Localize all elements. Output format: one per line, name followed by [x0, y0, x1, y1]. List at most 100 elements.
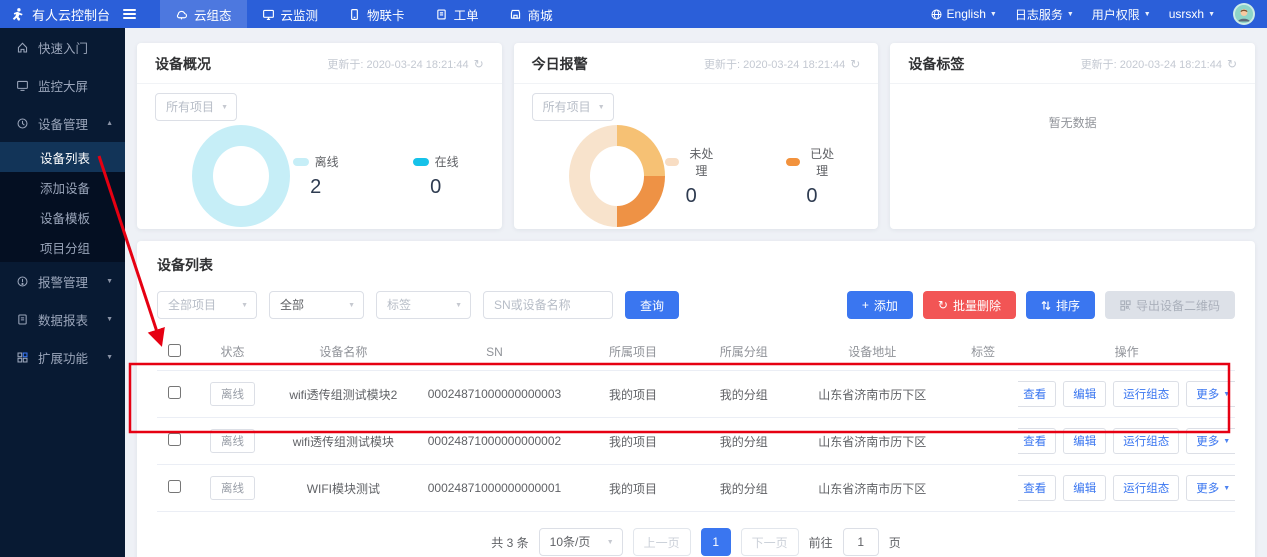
user-permission-menu[interactable]: 用户权限 ▼	[1092, 6, 1151, 23]
qr-code-icon	[1120, 300, 1131, 311]
refresh-icon[interactable]: ↻	[1227, 57, 1237, 71]
tab-iot-card[interactable]: 物联卡	[333, 0, 420, 28]
edit-button[interactable]: 编辑	[1063, 428, 1106, 454]
sidebar-item-project-group[interactable]: 项目分组	[0, 232, 125, 262]
more-button[interactable]: 更多▼	[1186, 475, 1235, 501]
sidebar-item-device-list[interactable]: 设备列表	[0, 142, 125, 172]
goto-page-input[interactable]	[843, 528, 879, 556]
legend-item-online: 在线 0	[410, 153, 462, 199]
tab-cloud-scada[interactable]: 云组态	[160, 0, 247, 28]
batch-delete-button[interactable]: ↻批量删除	[923, 291, 1016, 319]
add-device-button[interactable]: +添加	[847, 291, 913, 319]
select-value: 所有项目	[543, 100, 591, 114]
more-button[interactable]: 更多▼	[1186, 428, 1235, 454]
tab-work-order[interactable]: 工单	[420, 0, 494, 28]
device-submenu: 设备列表 添加设备 设备模板 项目分组	[0, 142, 125, 262]
legend: 离线 2 在线 0	[290, 153, 462, 199]
prev-page-button[interactable]: 上一页	[633, 528, 691, 556]
menu-toggle-icon[interactable]	[123, 9, 136, 19]
sort-icon	[1041, 300, 1051, 311]
export-qr-button[interactable]: 导出设备二维码	[1105, 291, 1235, 319]
navbar-right: English ▼ 日志服务 ▼ 用户权限 ▼ usrsxh ▼	[930, 0, 1267, 28]
status-badge: 离线	[210, 476, 255, 500]
filter-row: 全部项目 ▼ 全部 ▼ 标签 ▼ 查询 +添加 ↻批量删除 排序	[157, 291, 1235, 319]
sidebar-item-label: 报警管理	[38, 272, 88, 291]
brand[interactable]: 有人云控制台	[0, 0, 146, 28]
legend-label: 在线	[435, 153, 459, 170]
view-button[interactable]: 查看	[1018, 475, 1056, 501]
sidebar-item-monitor-screen[interactable]: 监控大屏	[0, 66, 125, 104]
sidebar-item-device-management[interactable]: 设备管理 ▲	[0, 104, 125, 142]
shop-icon	[509, 8, 522, 21]
edit-button[interactable]: 编辑	[1063, 381, 1106, 407]
goto-suffix: 页	[889, 534, 901, 551]
select-all-checkbox[interactable]	[168, 344, 181, 357]
avatar[interactable]	[1233, 3, 1255, 25]
language-switcher[interactable]: English ▼	[930, 7, 997, 21]
legend-item-pending: 未处理 0	[665, 145, 718, 208]
chevron-down-icon: ▼	[106, 278, 113, 285]
table-row: 离线 wifi透传组测试模块 00024871000000000002 我的项目…	[157, 418, 1235, 465]
status-badge: 离线	[210, 382, 255, 406]
sidebar-item-label: 快速入门	[38, 38, 88, 57]
project-select[interactable]: 全部项目 ▼	[157, 291, 257, 319]
tab-label: 物联卡	[367, 5, 405, 24]
tab-cloud-monitor[interactable]: 云监测	[247, 0, 334, 28]
sidebar-item-device-template[interactable]: 设备模板	[0, 202, 125, 232]
device-name: WIFI模块测试	[273, 465, 414, 512]
sidebar-item-add-device[interactable]: 添加设备	[0, 172, 125, 202]
row-checkbox[interactable]	[168, 480, 181, 493]
current-page[interactable]: 1	[701, 528, 731, 556]
select-value: 所有项目	[166, 100, 214, 114]
refresh-icon[interactable]: ↻	[850, 57, 860, 71]
project-filter-select[interactable]: 所有项目 ▼	[155, 93, 237, 121]
sidebar-item-alarm-management[interactable]: 报警管理 ▼	[0, 262, 125, 300]
log-service-menu[interactable]: 日志服务 ▼	[1015, 6, 1074, 23]
username-menu[interactable]: usrsxh ▼	[1169, 7, 1215, 21]
overview-cards-row: 设备概况 更新于: 2020-03-24 18:21:44 ↻ 所有项目 ▼ 离…	[137, 43, 1255, 229]
sidebar-item-extensions[interactable]: 扩展功能 ▼	[0, 338, 125, 376]
device-address: 山东省济南市历下区	[797, 418, 948, 465]
alarm-icon	[16, 275, 29, 288]
device-tags-card: 设备标签 更新于: 2020-03-24 18:21:44 ↻ 暂无数据	[890, 43, 1255, 229]
sidebar-item-data-report[interactable]: 数据报表 ▼	[0, 300, 125, 338]
project-filter-select[interactable]: 所有项目 ▼	[532, 93, 614, 121]
chevron-down-icon: ▼	[1223, 438, 1230, 445]
tag-select[interactable]: 标签 ▼	[376, 291, 471, 319]
run-scada-button[interactable]: 运行组态	[1113, 381, 1179, 407]
refresh-icon[interactable]: ↻	[474, 57, 484, 71]
button-label: 更多	[1196, 386, 1219, 402]
tab-label: 工单	[454, 5, 479, 24]
search-button[interactable]: 查询	[625, 291, 679, 319]
status-select[interactable]: 全部 ▼	[269, 291, 364, 319]
col-address: 设备地址	[797, 333, 948, 371]
legend-label: 离线	[315, 153, 339, 170]
chevron-down-icon: ▼	[455, 302, 462, 309]
view-button[interactable]: 查看	[1018, 428, 1056, 454]
col-tag: 标签	[948, 333, 1019, 371]
run-scada-button[interactable]: 运行组态	[1113, 428, 1179, 454]
view-button[interactable]: 查看	[1018, 381, 1056, 407]
legend-value: 0	[786, 185, 839, 208]
row-checkbox[interactable]	[168, 433, 181, 446]
device-status-donut-chart	[192, 125, 290, 227]
home-icon	[16, 41, 29, 54]
sort-button[interactable]: 排序	[1026, 291, 1095, 319]
device-sn: 00024871000000000003	[414, 371, 575, 418]
chevron-down-icon: ▼	[1223, 391, 1230, 398]
edit-button[interactable]: 编辑	[1063, 475, 1106, 501]
more-button[interactable]: 更多 ▼	[1186, 381, 1235, 407]
row-checkbox[interactable]	[168, 386, 181, 399]
page-size-select[interactable]: 10条/页 ▼	[539, 528, 623, 556]
chevron-down-icon: ▼	[348, 302, 355, 309]
user-permission-label: 用户权限	[1092, 6, 1140, 23]
chevron-down-icon: ▼	[598, 104, 605, 111]
next-page-button[interactable]: 下一页	[741, 528, 799, 556]
updated-text: 更新于: 2020-03-24 18:21:44	[704, 56, 845, 72]
tab-mall[interactable]: 商城	[494, 0, 568, 28]
chevron-down-icon: ▼	[106, 316, 113, 323]
sidebar-item-quick-start[interactable]: 快速入门	[0, 28, 125, 66]
search-input[interactable]	[483, 291, 613, 319]
online-swatch	[413, 158, 429, 166]
run-scada-button[interactable]: 运行组态	[1113, 475, 1179, 501]
